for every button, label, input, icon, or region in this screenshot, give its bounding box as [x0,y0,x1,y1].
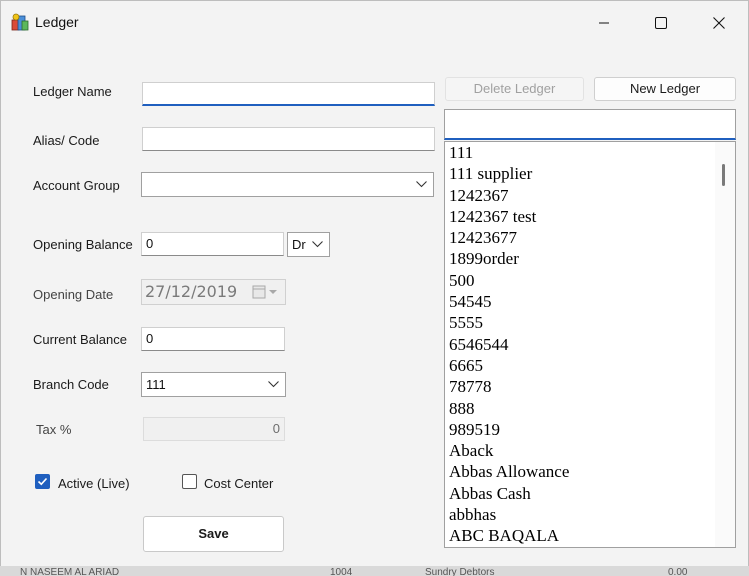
minimize-icon [599,22,609,24]
list-item[interactable]: 1242367 test [445,206,735,227]
account-group-label: Account Group [33,178,120,193]
opening-balance-label: Opening Balance [33,237,133,252]
list-item[interactable]: 989519 [445,419,735,440]
background-text: Sundry Debtors [425,567,495,576]
ledger-list: 111 111 supplier 1242367 1242367 test 124236… [445,142,735,547]
list-item[interactable]: ABC BAQALA [445,525,735,546]
current-balance-label: Current Balance [33,332,127,347]
list-item[interactable]: abbhas [445,504,735,525]
close-icon [713,17,725,29]
close-button[interactable] [690,1,748,45]
list-item[interactable]: 78778 [445,376,735,397]
ledger-name-label: Ledger Name [33,84,112,99]
opening-balance-input[interactable]: 0 [141,232,284,256]
list-item[interactable]: 1242367 [445,185,735,206]
list-item[interactable]: 54545 [445,291,735,312]
new-ledger-button[interactable]: New Ledger [594,77,736,101]
list-item[interactable]: 5555 [445,312,735,333]
background-text: N NASEEM AL ARIAD [20,567,120,576]
dr-cr-value: Dr [292,237,306,252]
list-item[interactable]: 1899order [445,248,735,269]
list-item[interactable]: 6665 [445,355,735,376]
list-item[interactable]: Aback [445,440,735,461]
chevron-down-icon [416,181,427,188]
window-title: Ledger [35,14,79,30]
scroll-thumb[interactable] [722,164,725,186]
save-button[interactable]: Save [143,516,284,552]
chevron-down-icon [312,241,323,248]
list-item[interactable]: 12423677 [445,227,735,248]
checkmark-icon [37,477,48,486]
maximize-button[interactable] [632,1,690,45]
background-window-strip: N NASEEM AL ARIAD 1004 Sundry Debtors 0.… [0,566,749,576]
minimize-button[interactable] [575,1,633,45]
list-item[interactable]: Abbas Cash [445,483,735,504]
dr-cr-select[interactable]: Dr [287,232,330,257]
account-group-select[interactable] [141,172,434,197]
branch-code-label: Branch Code [33,377,109,392]
list-item[interactable]: 6546544 [445,334,735,355]
active-checkbox[interactable] [35,474,50,489]
chevron-down-icon [268,381,279,388]
current-balance-input[interactable]: 0 [141,327,285,351]
delete-ledger-button[interactable]: Delete Ledger [445,77,584,101]
list-item[interactable]: 111 [445,142,735,163]
opening-date-value: 27/12/2019 [145,282,238,301]
ledger-search-input[interactable] [444,109,736,140]
opening-date-label: Opening Date [33,287,114,302]
cost-center-label[interactable]: Cost Center [204,476,273,491]
background-text: 0.00 [668,567,688,576]
list-item[interactable]: 500 [445,270,735,291]
ledger-listbox[interactable]: 111 111 supplier 1242367 1242367 test 124236… [444,141,736,548]
opening-date-picker[interactable]: 27/12/2019 [141,279,286,305]
alias-label: Alias/ Code [33,133,100,148]
calendar-dropdown-icon [252,285,277,299]
background-text: 1004 [330,567,353,576]
branch-code-value: 111 [146,377,166,392]
ledger-name-input[interactable] [142,82,435,106]
vertical-scrollbar[interactable] [715,142,735,547]
ledger-app-icon [11,13,29,31]
tax-input[interactable]: 0 [143,417,285,441]
branch-code-select[interactable]: 111 [141,372,286,397]
active-label[interactable]: Active (Live) [58,476,130,491]
list-item[interactable]: 111 supplier [445,163,735,184]
title-bar: Ledger [1,1,748,45]
list-item[interactable]: 888 [445,398,735,419]
cost-center-checkbox[interactable] [182,474,197,489]
ledger-window: Ledger Ledger Name Alias/ Code Account G… [0,0,749,576]
maximize-icon [655,17,667,29]
tax-label: Tax % [36,422,72,437]
alias-input[interactable] [142,127,435,151]
list-item[interactable]: Abbas Allowance [445,461,735,482]
